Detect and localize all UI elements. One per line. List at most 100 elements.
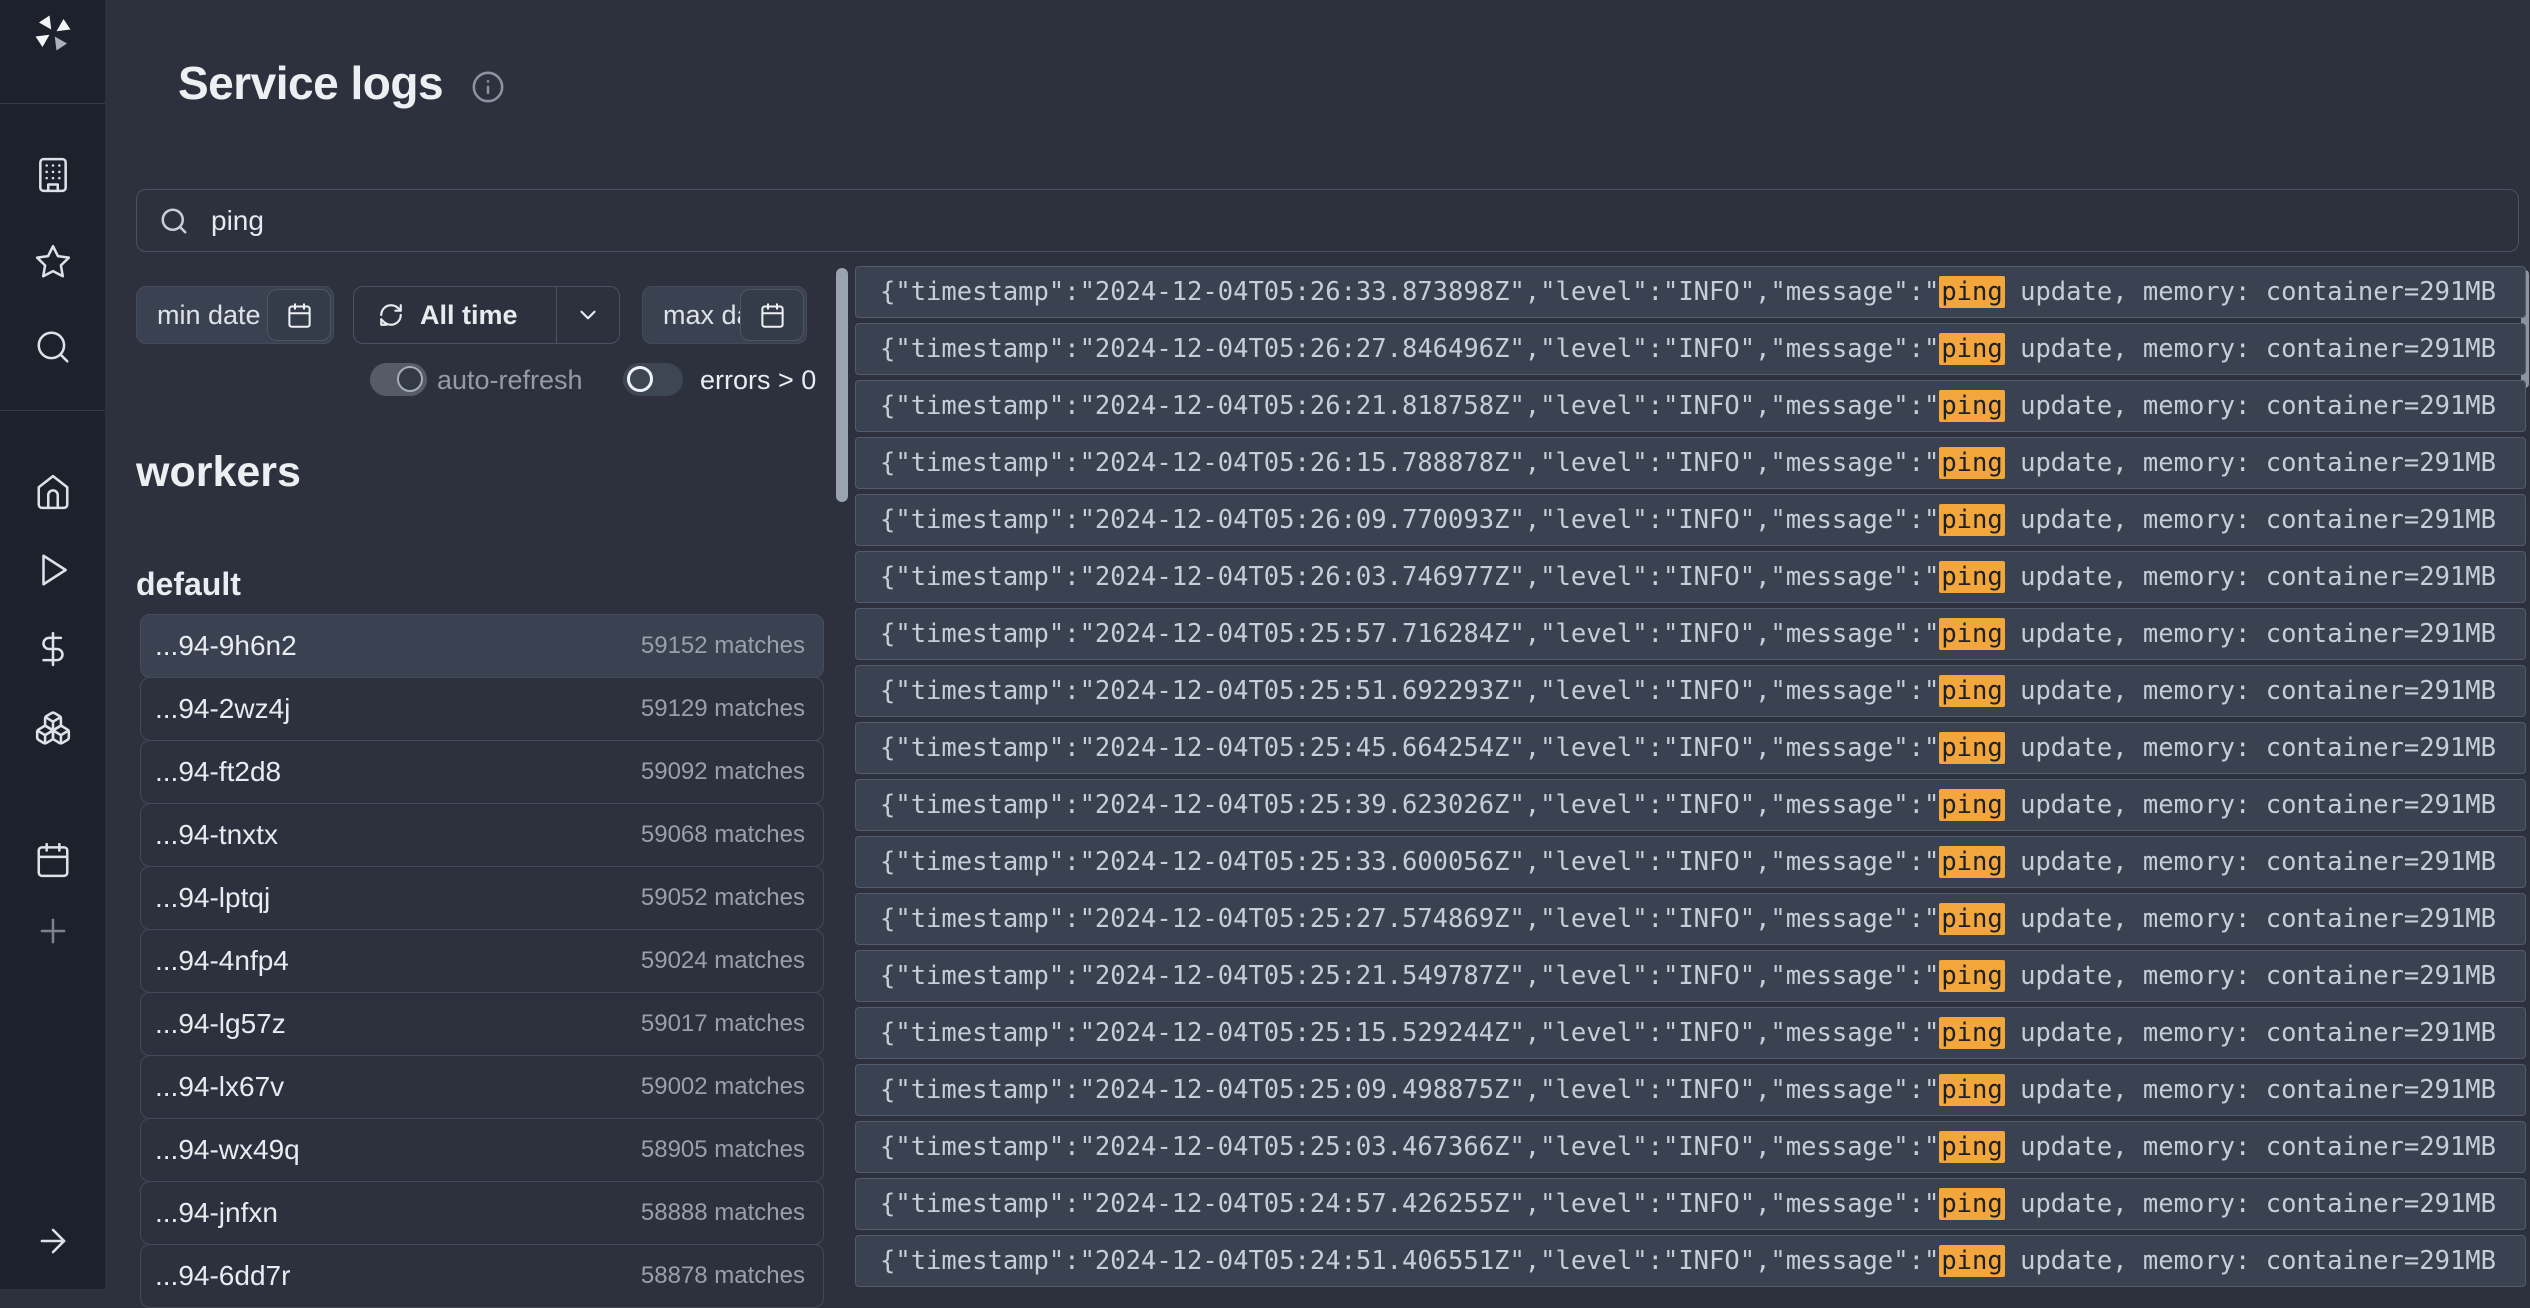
log-line-text: update, memory: container=291MB [2005, 391, 2496, 421]
log-line-text: update, memory: container=291MB [2005, 1246, 2496, 1276]
log-line-text: update, memory: container=291MB [2005, 1075, 2496, 1105]
log-line[interactable]: {"timestamp":"2024-12-04T05:26:21.818758… [855, 380, 2526, 432]
log-line[interactable]: {"timestamp":"2024-12-04T05:25:57.716284… [855, 608, 2526, 660]
worker-row[interactable]: ...94-wx49q 58905 matches [140, 1118, 824, 1182]
log-line-text: update, memory: container=291MB [2005, 448, 2496, 478]
log-line[interactable]: {"timestamp":"2024-12-04T05:25:03.467366… [855, 1121, 2526, 1173]
sidebar [0, 0, 105, 1289]
min-date-calendar-button[interactable] [267, 289, 331, 341]
search-match-highlight: ping [1939, 732, 2004, 764]
log-line-text: {"timestamp":"2024-12-04T05:24:51.406551… [880, 1246, 1939, 1276]
log-line[interactable]: {"timestamp":"2024-12-04T05:25:09.498875… [855, 1064, 2526, 1116]
log-line-text: {"timestamp":"2024-12-04T05:25:51.692293… [880, 676, 1939, 706]
calendar-icon[interactable] [0, 841, 105, 879]
log-line[interactable]: {"timestamp":"2024-12-04T05:25:21.549787… [855, 950, 2526, 1002]
info-icon[interactable] [471, 70, 505, 104]
sidebar-divider [0, 410, 105, 411]
play-icon[interactable] [0, 551, 105, 589]
search-match-highlight: ping [1939, 960, 2004, 992]
log-line-text: {"timestamp":"2024-12-04T05:26:21.818758… [880, 391, 1939, 421]
auto-refresh-toggle[interactable] [370, 363, 427, 396]
log-line-text: update, memory: container=291MB [2005, 961, 2496, 991]
search-match-highlight: ping [1939, 903, 2004, 935]
worker-name: ...94-4nfp4 [155, 945, 289, 977]
search-match-highlight: ping [1939, 504, 2004, 536]
worker-row[interactable]: ...94-2wz4j 59129 matches [140, 677, 824, 741]
search-match-highlight: ping [1939, 447, 2004, 479]
worker-row[interactable]: ...94-6dd7r 58878 matches [140, 1244, 824, 1308]
search-match-highlight: ping [1939, 1188, 2004, 1220]
log-line-text: update, memory: container=291MB [2005, 619, 2496, 649]
worker-row[interactable]: ...94-tnxtx 59068 matches [140, 803, 824, 867]
log-line[interactable]: {"timestamp":"2024-12-04T05:25:15.529244… [855, 1007, 2526, 1059]
log-line-text: {"timestamp":"2024-12-04T05:26:27.846496… [880, 334, 1939, 364]
search-match-highlight: ping [1939, 561, 2004, 593]
worker-row[interactable]: ...94-9h6n2 59152 matches [140, 614, 824, 678]
log-line[interactable]: {"timestamp":"2024-12-04T05:25:45.664254… [855, 722, 2526, 774]
worker-name: ...94-lx67v [155, 1071, 284, 1103]
workers-list: ...94-9h6n2 59152 matches ...94-2wz4j 59… [140, 615, 824, 1308]
log-line[interactable]: {"timestamp":"2024-12-04T05:25:27.574869… [855, 893, 2526, 945]
search-icon [159, 206, 189, 236]
log-line[interactable]: {"timestamp":"2024-12-04T05:25:51.692293… [855, 665, 2526, 717]
refresh-icon [378, 302, 404, 328]
worker-match-count: 59129 matches [641, 695, 805, 723]
log-line[interactable]: {"timestamp":"2024-12-04T05:24:51.406551… [855, 1235, 2526, 1287]
expand-sidebar-arrow-icon[interactable] [0, 1222, 105, 1260]
log-line[interactable]: {"timestamp":"2024-12-04T05:26:33.873898… [855, 266, 2526, 318]
log-lines-list: {"timestamp":"2024-12-04T05:26:33.873898… [855, 266, 2526, 1289]
max-date-calendar-button[interactable] [740, 289, 804, 341]
worker-row[interactable]: ...94-lptqj 59052 matches [140, 866, 824, 930]
search-match-highlight: ping [1939, 675, 2004, 707]
star-icon[interactable] [0, 243, 105, 281]
dollar-icon[interactable] [0, 630, 105, 668]
search-nav-icon[interactable] [0, 328, 105, 366]
log-line-text: update, memory: container=291MB [2005, 676, 2496, 706]
log-line-text: update, memory: container=291MB [2005, 1018, 2496, 1048]
log-line-text: {"timestamp":"2024-12-04T05:26:09.770093… [880, 505, 1939, 535]
workers-heading: workers [136, 448, 301, 497]
log-line-text: update, memory: container=291MB [2005, 562, 2496, 592]
worker-match-count: 58888 matches [641, 1199, 805, 1227]
log-line-text: update, memory: container=291MB [2005, 1189, 2496, 1219]
time-range-dropdown[interactable]: All time [353, 286, 620, 344]
toggle-knob [397, 366, 423, 392]
log-line-text: {"timestamp":"2024-12-04T05:25:27.574869… [880, 904, 1939, 934]
max-date-field [642, 286, 807, 344]
chevron-down-icon[interactable] [557, 302, 619, 328]
log-line-text: {"timestamp":"2024-12-04T05:25:45.664254… [880, 733, 1939, 763]
worker-name: ...94-tnxtx [155, 819, 278, 851]
log-line-text: {"timestamp":"2024-12-04T05:25:15.529244… [880, 1018, 1939, 1048]
search-match-highlight: ping [1939, 789, 2004, 821]
worker-name: ...94-9h6n2 [155, 630, 297, 662]
search-match-highlight: ping [1939, 618, 2004, 650]
log-line[interactable]: {"timestamp":"2024-12-04T05:26:03.746977… [855, 551, 2526, 603]
windmill-logo-icon[interactable] [32, 12, 74, 54]
log-line-text: update, memory: container=291MB [2005, 505, 2496, 535]
errors-toggle[interactable] [623, 363, 683, 396]
log-line[interactable]: {"timestamp":"2024-12-04T05:24:57.426255… [855, 1178, 2526, 1230]
log-line-text: {"timestamp":"2024-12-04T05:26:03.746977… [880, 562, 1939, 592]
boxes-icon[interactable] [0, 709, 105, 747]
search-match-highlight: ping [1939, 1131, 2004, 1163]
log-line-text: {"timestamp":"2024-12-04T05:26:15.788878… [880, 448, 1939, 478]
worker-row[interactable]: ...94-4nfp4 59024 matches [140, 929, 824, 993]
log-line[interactable]: {"timestamp":"2024-12-04T05:26:09.770093… [855, 494, 2526, 546]
worker-row[interactable]: ...94-ft2d8 59092 matches [140, 740, 824, 804]
worker-row[interactable]: ...94-lx67v 59002 matches [140, 1055, 824, 1119]
log-line-text: update, memory: container=291MB [2005, 733, 2496, 763]
worker-match-count: 59017 matches [641, 1010, 805, 1038]
log-line-text: update, memory: container=291MB [2005, 904, 2496, 934]
log-panel-scrollbar-thumb[interactable] [836, 268, 848, 502]
building-icon[interactable] [0, 156, 105, 194]
log-line[interactable]: {"timestamp":"2024-12-04T05:25:33.600056… [855, 836, 2526, 888]
log-line-text: update, memory: container=291MB [2005, 277, 2496, 307]
log-line[interactable]: {"timestamp":"2024-12-04T05:26:15.788878… [855, 437, 2526, 489]
worker-row[interactable]: ...94-lg57z 59017 matches [140, 992, 824, 1056]
log-line[interactable]: {"timestamp":"2024-12-04T05:25:39.623026… [855, 779, 2526, 831]
home-icon[interactable] [0, 473, 105, 511]
plus-icon[interactable] [0, 912, 105, 950]
log-line[interactable]: {"timestamp":"2024-12-04T05:26:27.846496… [855, 323, 2526, 375]
search-input[interactable] [211, 205, 2518, 237]
worker-row[interactable]: ...94-jnfxn 58888 matches [140, 1181, 824, 1245]
